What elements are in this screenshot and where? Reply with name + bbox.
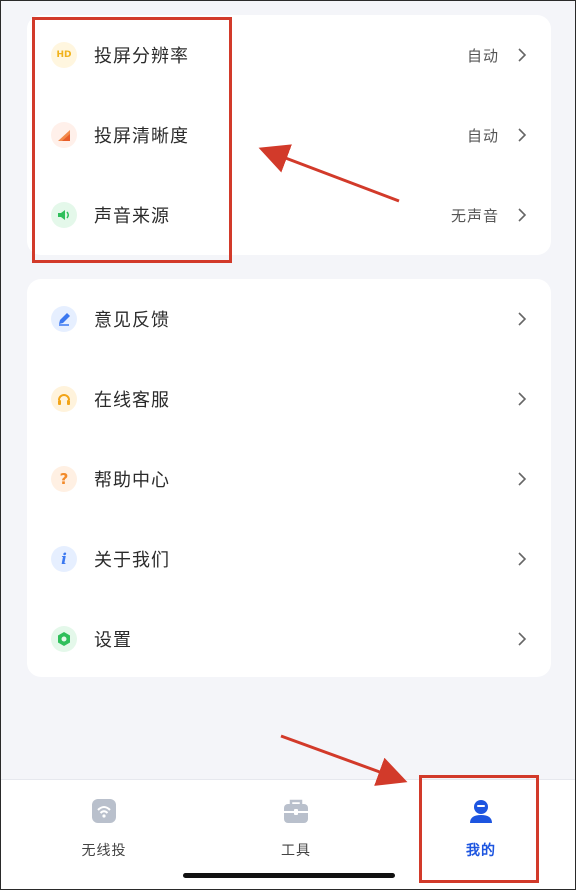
help-question-icon: ?	[51, 466, 77, 492]
tab-label: 无线投	[81, 843, 127, 859]
menu-item-label: 设置	[94, 630, 132, 651]
chevron-right-icon	[518, 312, 527, 326]
chevron-right-icon	[518, 472, 527, 486]
menu-item-label: 关于我们	[94, 550, 170, 571]
chevron-right-icon	[518, 392, 527, 406]
wireless-cast-icon	[92, 799, 116, 823]
setting-value: 无声音	[450, 206, 499, 225]
menu-item-about-us[interactable]: i 关于我们	[27, 519, 551, 599]
tab-label: 工具	[281, 843, 311, 859]
tab-wireless-cast[interactable]: 无线投	[44, 780, 164, 880]
annotation-highlight-box	[419, 775, 539, 883]
annotation-highlight-box	[32, 17, 232, 263]
toolbox-icon	[284, 799, 308, 823]
tab-tools[interactable]: 工具	[236, 780, 356, 880]
setting-value: 自动	[466, 46, 499, 65]
headset-icon	[51, 386, 77, 412]
info-icon: i	[51, 546, 77, 572]
home-indicator	[183, 873, 395, 878]
menu-card: 意见反馈 在线客服 ? 帮助中心 i 关于我们 设置	[27, 279, 551, 677]
chevron-right-icon	[518, 48, 527, 62]
setting-value: 自动	[466, 126, 499, 145]
chevron-right-icon	[518, 632, 527, 646]
menu-item-label: 在线客服	[94, 390, 170, 411]
feedback-pen-icon	[51, 306, 77, 332]
chevron-right-icon	[518, 208, 527, 222]
chevron-right-icon	[518, 552, 527, 566]
menu-item-label: 帮助中心	[94, 470, 170, 491]
annotation-arrow	[280, 734, 408, 786]
info-glyph: i	[61, 550, 67, 568]
menu-item-label: 意见反馈	[94, 310, 170, 331]
screen-frame: HD 投屏分辨率 自动 投屏清晰度 自动 声音来源 无声音 意见反馈 在线客服 …	[0, 0, 576, 890]
menu-item-feedback[interactable]: 意见反馈	[27, 279, 551, 359]
menu-item-settings[interactable]: 设置	[27, 599, 551, 679]
help-glyph: ?	[59, 470, 69, 488]
menu-item-help-center[interactable]: ? 帮助中心	[27, 439, 551, 519]
chevron-right-icon	[518, 128, 527, 142]
menu-item-online-service[interactable]: 在线客服	[27, 359, 551, 439]
settings-icon	[51, 626, 77, 652]
